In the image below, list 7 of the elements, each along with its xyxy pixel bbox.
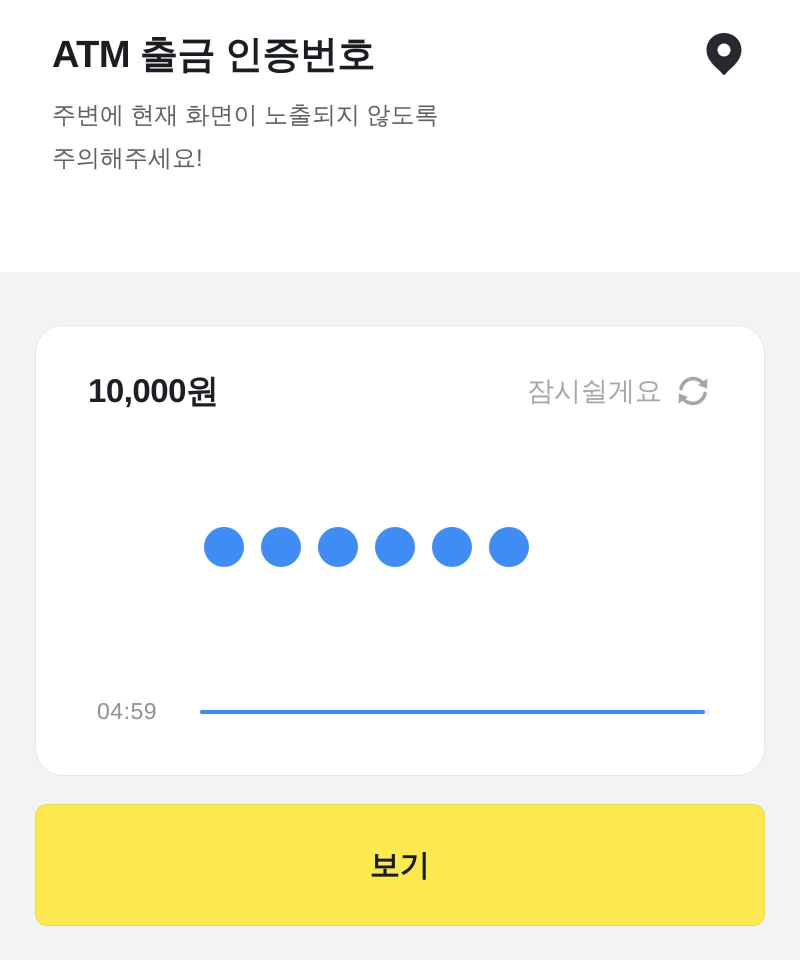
location-pin-icon[interactable] xyxy=(706,33,742,75)
view-button[interactable]: 보기 xyxy=(35,804,765,926)
refresh-icon xyxy=(676,375,710,407)
page-title: ATM 출금 인증번호 xyxy=(52,33,376,78)
amount: 10,000원 xyxy=(88,370,218,410)
privacy-notice: 주변에 현재 화면이 노출되지 않도록 주의해주세요! xyxy=(52,101,439,174)
countdown-timer: 04:59 xyxy=(97,698,158,725)
